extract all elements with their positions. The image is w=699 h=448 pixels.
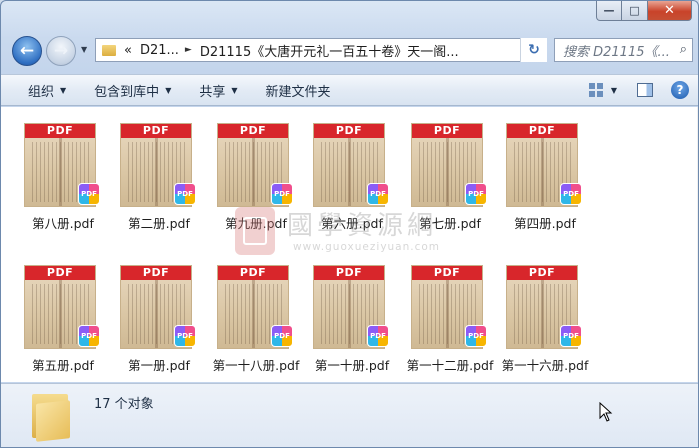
file-item[interactable]: PDF PDF 第五册.pdf (14, 257, 112, 377)
maximize-button[interactable]: □ (622, 1, 648, 21)
pdf-app-icon: PDF (271, 325, 293, 347)
file-item[interactable]: PDF PDF 第一十八册.pdf (207, 257, 305, 377)
item-count: 17 个对象 (94, 397, 154, 412)
breadcrumb-current[interactable]: D21115《大唐开元礼一百五十卷》天一阁... (200, 41, 459, 60)
include-in-library-menu[interactable]: 包含到库中 ▼ (94, 81, 171, 100)
file-item[interactable]: PDF PDF 第八册.pdf (14, 115, 112, 235)
toolbar-right: ▼ ? (588, 75, 698, 105)
pdf-app-icon: PDF (78, 325, 100, 347)
minimize-button[interactable]: — (596, 1, 622, 21)
search-placeholder: 搜索 D21115《... (563, 44, 670, 60)
watermark-url: www.guoxueziyuan.com (293, 241, 441, 253)
new-folder-button[interactable]: 新建文件夹 (266, 81, 331, 100)
file-name: 第一十六册.pdf (501, 358, 589, 373)
breadcrumb-root[interactable]: D21... (140, 43, 179, 58)
pdf-app-icon: PDF (174, 183, 196, 205)
pdf-app-icon: PDF (78, 183, 100, 205)
refresh-button[interactable]: ↻ (520, 38, 547, 62)
preview-pane-icon[interactable] (637, 83, 653, 97)
pdf-app-icon: PDF (560, 325, 582, 347)
pdf-label: PDF (121, 266, 191, 280)
pdf-label: PDF (412, 124, 482, 138)
search-icon[interactable]: ⌕ (680, 42, 687, 57)
file-item[interactable]: PDF PDF 第一十二册.pdf (401, 257, 499, 377)
pdf-app-icon: PDF (271, 183, 293, 205)
pdf-label: PDF (412, 266, 482, 280)
pdf-label: PDF (121, 124, 191, 138)
recent-pages-dropdown-icon[interactable]: ▼ (81, 45, 87, 54)
watermark-title: 國學資源網 (287, 211, 438, 241)
forward-button[interactable]: → (46, 36, 76, 66)
file-list[interactable]: PDFPDF第八册.pdfPDFPDF第二册.pdfPDFPDF第九册.pdfP… (1, 107, 698, 382)
chevron-down-icon: ▼ (231, 85, 238, 95)
navigation-bar: ← → ▼ « D21... ► D21115《大唐开元礼一百五十卷》天一阁..… (1, 34, 698, 68)
share-menu[interactable]: 共享 ▼ (199, 81, 237, 100)
caption-buttons: — □ ✕ (596, 1, 692, 21)
folder-icon (28, 390, 72, 442)
folder-icon (102, 44, 116, 56)
pdf-app-icon: PDF (465, 325, 487, 347)
pdf-label: PDF (25, 266, 95, 280)
organize-label: 组织 (28, 84, 55, 100)
view-options-dropdown-icon[interactable]: ▼ (611, 86, 617, 95)
new-folder-label: 新建文件夹 (265, 84, 331, 100)
pdf-app-icon: PDF (560, 183, 582, 205)
file-item[interactable]: PDF PDF 第一十六册.pdf (496, 257, 594, 377)
chevron-down-icon: ▼ (165, 85, 172, 95)
file-item[interactable]: PDF PDF 第四册.pdf (496, 115, 594, 235)
file-name: 第四册.pdf (514, 216, 576, 231)
pdf-app-icon: PDF (174, 325, 196, 347)
close-button[interactable]: ✕ (648, 1, 692, 21)
organize-menu[interactable]: 组织 ▼ (28, 81, 66, 100)
pdf-app-icon: PDF (367, 183, 389, 205)
file-item[interactable]: PDF PDF 第一十册.pdf (303, 257, 401, 377)
help-icon[interactable]: ? (671, 81, 689, 99)
breadcrumb: « D21... ► D21115《大唐开元礼一百五十卷》天一阁... (124, 41, 459, 60)
watermark: 國學資源網 www.guoxueziyuan.com (235, 203, 471, 263)
back-button[interactable]: ← (12, 36, 42, 66)
chevron-right-icon[interactable]: ► (185, 45, 192, 55)
change-view-icon[interactable] (588, 83, 603, 97)
explorer-window: — □ ✕ ← → ▼ « D21... ► D21115《大唐开元礼一百五十卷… (0, 0, 699, 448)
file-item[interactable]: PDF PDF 第二册.pdf (110, 115, 208, 235)
breadcrumb-overflow[interactable]: « (124, 43, 132, 58)
file-item[interactable]: PDF PDF 第一册.pdf (110, 257, 208, 377)
pdf-app-icon: PDF (367, 325, 389, 347)
pdf-label: PDF (218, 266, 288, 280)
pdf-label: PDF (218, 124, 288, 138)
pdf-label: PDF (507, 266, 577, 280)
pdf-label: PDF (314, 266, 384, 280)
watermark-seal-icon (235, 207, 275, 255)
command-bar: 组织 ▼ 包含到库中 ▼ 共享 ▼ 新建文件夹 ▼ ? (1, 74, 698, 106)
include-in-library-label: 包含到库中 (94, 84, 160, 100)
search-input[interactable]: 搜索 D21115《... ⌕ (554, 38, 693, 62)
pdf-label: PDF (507, 124, 577, 138)
address-bar[interactable]: « D21... ► D21115《大唐开元礼一百五十卷》天一阁... ▼ (95, 38, 547, 62)
pdf-label: PDF (25, 124, 95, 138)
pdf-app-icon: PDF (465, 183, 487, 205)
share-label: 共享 (199, 84, 226, 100)
details-pane: 17 个对象 (1, 383, 698, 447)
chevron-down-icon: ▼ (60, 85, 67, 95)
mouse-cursor-icon (599, 402, 613, 422)
pdf-label: PDF (314, 124, 384, 138)
